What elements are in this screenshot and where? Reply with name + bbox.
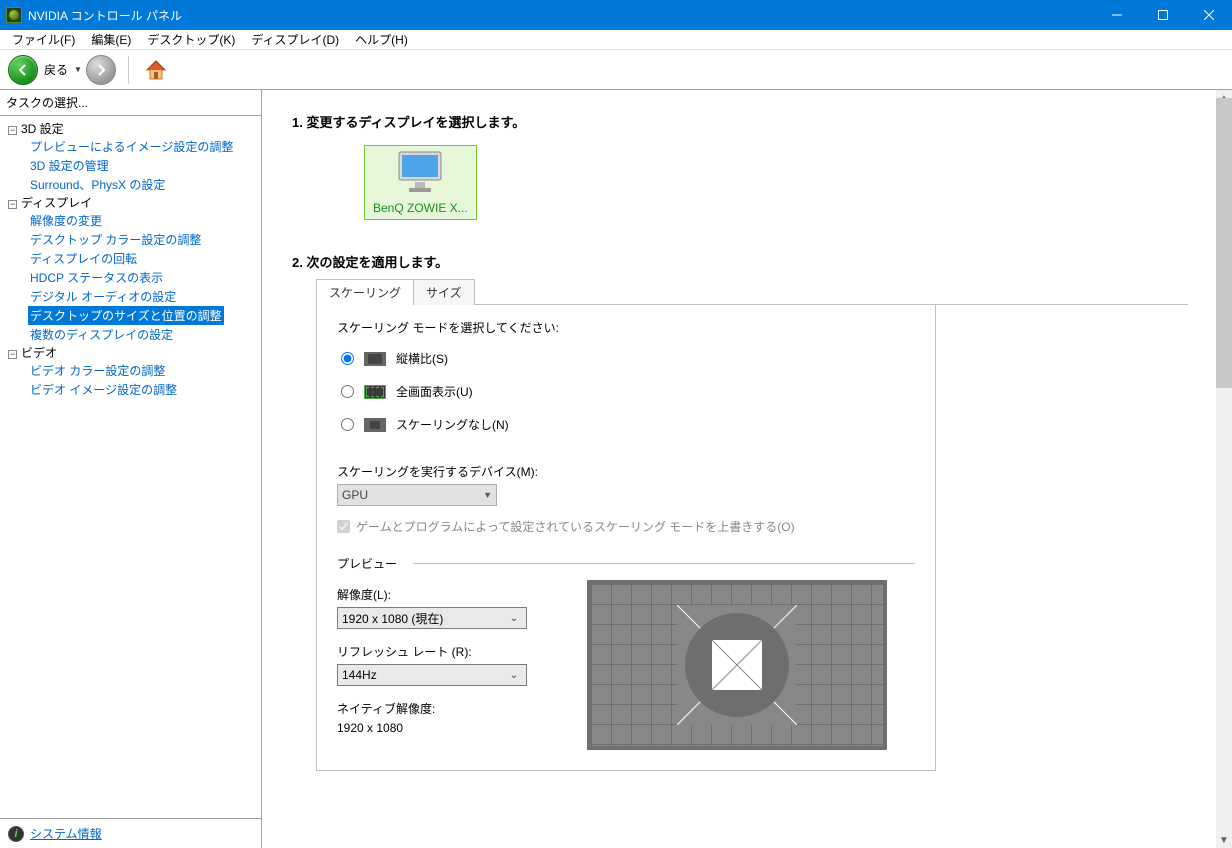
tree-toggle-video[interactable]: − — [8, 350, 17, 359]
tab-panel-scaling: スケーリング モードを選択してください: 縦横比(S) 全画面表示(U) — [316, 305, 936, 771]
toolbar-divider — [128, 56, 129, 84]
override-checkbox-label: ゲームとプログラムによって設定されているスケーリング モードを上書きする(O) — [356, 518, 795, 535]
device-select[interactable]: GPU ▼ — [337, 484, 497, 506]
tree-item-3d-surround[interactable]: Surround、PhysX の設定 — [28, 175, 167, 194]
device-select-value: GPU — [342, 488, 368, 502]
step2-title: 2. 次の設定を適用します。 — [292, 252, 1188, 271]
override-checkbox[interactable] — [337, 520, 350, 533]
monitor-item[interactable]: BenQ ZOWIE X... — [364, 145, 477, 220]
sidebar-header: タスクの選択... — [0, 90, 261, 116]
minimize-button[interactable] — [1094, 0, 1140, 30]
chevron-down-icon: ▼ — [483, 490, 492, 500]
menu-desktop[interactable]: デスクトップ(K) — [139, 31, 243, 48]
preview-label: プレビュー — [337, 555, 397, 572]
radio-none[interactable] — [341, 418, 354, 431]
radio-full-label: 全画面表示(U) — [396, 383, 473, 400]
resolution-select[interactable]: 1920 x 1080 (現在) ⌄ — [337, 607, 527, 629]
native-value: 1920 x 1080 — [337, 721, 537, 735]
window-title: NVIDIA コントロール パネル — [28, 7, 1094, 24]
forward-button[interactable] — [86, 55, 116, 85]
tab-size[interactable]: サイズ — [413, 279, 475, 305]
radio-aspect[interactable] — [341, 352, 354, 365]
tab-scaling[interactable]: スケーリング — [316, 279, 414, 305]
device-label: スケーリングを実行するデバイス(M): — [337, 463, 915, 480]
radio-full[interactable] — [341, 385, 354, 398]
system-info-link[interactable]: システム情報 — [30, 825, 102, 842]
refresh-select[interactable]: 144Hz ⌄ — [337, 664, 527, 686]
tree-item-multi-display[interactable]: 複数のディスプレイの設定 — [28, 325, 175, 344]
tree-item-resolution[interactable]: 解像度の変更 — [28, 211, 104, 230]
tabs: スケーリング サイズ — [316, 279, 1188, 305]
task-tree: −3D 設定 プレビューによるイメージ設定の調整 3D 設定の管理 Surrou… — [0, 116, 261, 818]
maximize-button[interactable] — [1140, 0, 1186, 30]
radio-none-label: スケーリングなし(N) — [396, 416, 509, 433]
scaling-mode-label: スケーリング モードを選択してください: — [337, 319, 915, 336]
sidebar-footer: システム情報 — [0, 818, 261, 848]
preview-image — [587, 580, 887, 750]
main-scrollbar[interactable]: ▲ ▼ — [1216, 90, 1232, 848]
chevron-down-icon: ⌄ — [506, 613, 522, 624]
step1-title: 1. 変更するディスプレイを選択します。 — [292, 112, 1188, 131]
tree-item-video-image[interactable]: ビデオ イメージ設定の調整 — [28, 380, 179, 399]
tree-item-3d-manage[interactable]: 3D 設定の管理 — [28, 156, 111, 175]
refresh-select-value: 144Hz — [342, 668, 377, 682]
menu-display[interactable]: ディスプレイ(D) — [243, 31, 347, 48]
chevron-down-icon: ⌄ — [506, 670, 522, 681]
back-label: 戻る — [44, 61, 68, 78]
tree-category-video: ビデオ — [21, 346, 57, 360]
fullscreen-icon — [364, 385, 386, 399]
no-scaling-icon — [364, 418, 386, 432]
tree-item-video-color[interactable]: ビデオ カラー設定の調整 — [28, 361, 167, 380]
menu-file[interactable]: ファイル(F) — [4, 31, 83, 48]
native-label: ネイティブ解像度: — [337, 700, 537, 717]
monitor-name: BenQ ZOWIE X... — [373, 201, 468, 215]
back-history-dropdown[interactable]: ▼ — [74, 65, 82, 74]
menubar: ファイル(F) 編集(E) デスクトップ(K) ディスプレイ(D) ヘルプ(H) — [0, 30, 1232, 50]
tree-category-3d: 3D 設定 — [21, 122, 64, 136]
monitor-icon — [373, 150, 468, 199]
close-button[interactable] — [1186, 0, 1232, 30]
resolution-label: 解像度(L): — [337, 586, 537, 603]
tree-item-size-position[interactable]: デスクトップのサイズと位置の調整 — [28, 306, 224, 325]
tree-item-digital-audio[interactable]: デジタル オーディオの設定 — [28, 287, 178, 306]
home-button[interactable] — [141, 55, 171, 85]
tree-item-hdcp[interactable]: HDCP ステータスの表示 — [28, 268, 165, 287]
sidebar: タスクの選択... −3D 設定 プレビューによるイメージ設定の調整 3D 設定… — [0, 90, 262, 848]
scroll-down-arrow[interactable]: ▼ — [1216, 832, 1232, 848]
tree-item-3d-preview[interactable]: プレビューによるイメージ設定の調整 — [28, 137, 235, 156]
tree-category-display: ディスプレイ — [21, 196, 92, 210]
tree-toggle-display[interactable]: − — [8, 200, 17, 209]
refresh-label: リフレッシュ レート (R): — [337, 643, 537, 660]
tree-item-desktop-color[interactable]: デスクトップ カラー設定の調整 — [28, 230, 203, 249]
scroll-thumb[interactable] — [1216, 98, 1232, 388]
resolution-select-value: 1920 x 1080 (現在) — [342, 610, 443, 627]
main-content: ▲ ▼ 1. 変更するディスプレイを選択します。 BenQ ZOWIE X... — [262, 90, 1232, 848]
radio-aspect-label: 縦横比(S) — [396, 350, 448, 367]
tree-item-rotation[interactable]: ディスプレイの回転 — [28, 249, 139, 268]
nvidia-icon — [6, 7, 22, 23]
menu-edit[interactable]: 編集(E) — [83, 31, 139, 48]
menu-help[interactable]: ヘルプ(H) — [347, 31, 416, 48]
preview-divider — [413, 563, 915, 564]
tree-toggle-3d[interactable]: − — [8, 126, 17, 135]
back-button[interactable] — [8, 55, 38, 85]
system-info-icon — [8, 826, 24, 842]
aspect-icon — [364, 352, 386, 366]
titlebar: NVIDIA コントロール パネル — [0, 0, 1232, 30]
toolbar: 戻る ▼ — [0, 50, 1232, 90]
